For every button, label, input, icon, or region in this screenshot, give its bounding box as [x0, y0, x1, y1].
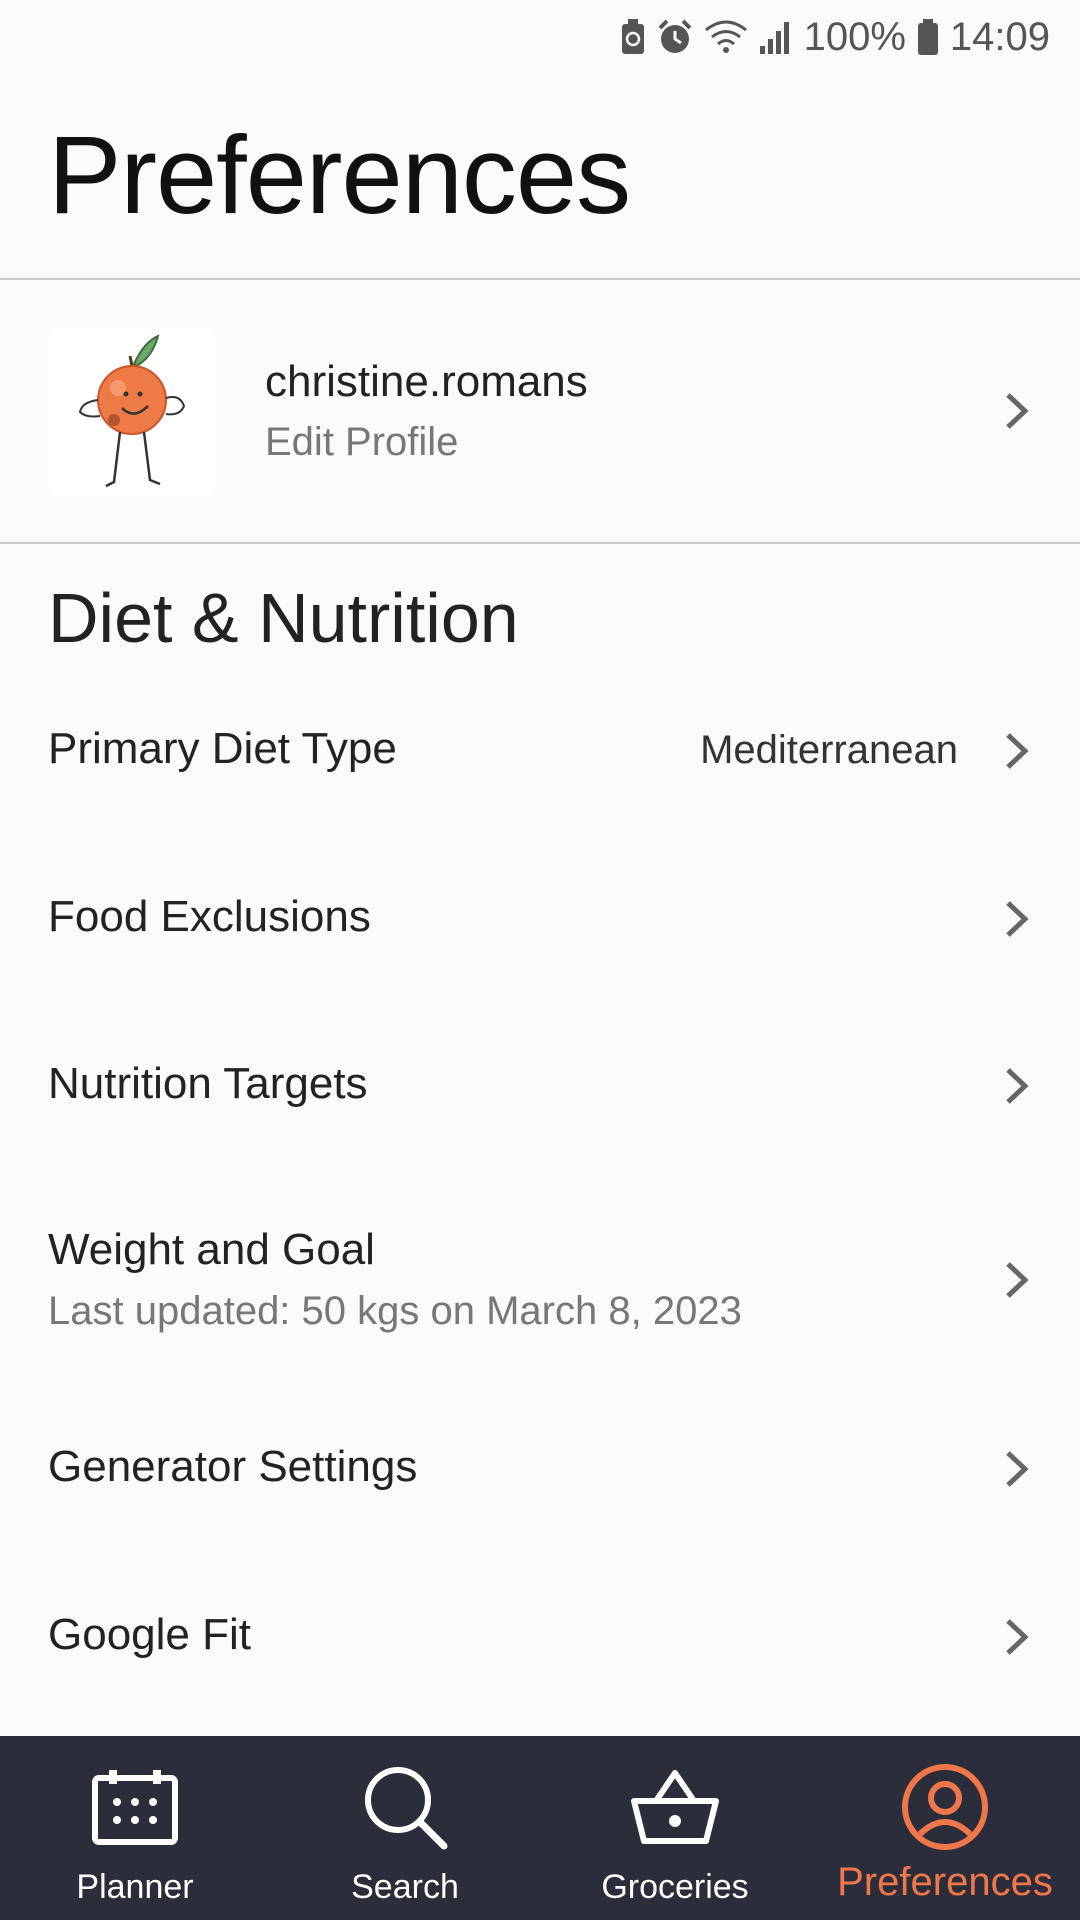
page-title: Preferences	[48, 114, 631, 237]
profile-row[interactable]: christine.romans Edit Profile	[0, 282, 1080, 542]
row-label: Food Exclusions	[48, 892, 371, 941]
nav-planner[interactable]: Planner	[0, 1736, 270, 1920]
bottom-nav: Planner Search Groceries Preferences	[0, 1736, 1080, 1920]
profile-username: christine.romans	[265, 357, 588, 406]
row-label: Generator Settings	[48, 1442, 418, 1491]
profile-icon	[900, 1762, 990, 1852]
chevron-right-icon	[1006, 1068, 1029, 1104]
title-divider	[0, 278, 1080, 280]
chevron-right-icon	[1006, 733, 1029, 769]
avatar	[48, 328, 216, 496]
nav-groceries[interactable]: Groceries	[540, 1736, 810, 1920]
row-label: Weight and Goal	[48, 1225, 375, 1274]
row-value: Mediterranean	[700, 728, 958, 772]
preferences-screen: 100% 14:09 Preferences christine.romans …	[0, 0, 1080, 1920]
nav-search[interactable]: Search	[270, 1736, 540, 1920]
row-food-exclusions[interactable]: Food Exclusions	[0, 860, 1080, 980]
row-sublabel: Last updated: 50 kgs on March 8, 2023	[48, 1289, 742, 1333]
row-label: Google Fit	[48, 1610, 251, 1659]
wifi-icon	[704, 18, 748, 56]
signal-icon	[758, 18, 794, 56]
battery-icon	[916, 18, 940, 56]
chevron-right-icon	[1006, 901, 1029, 937]
row-label: Nutrition Targets	[48, 1059, 368, 1108]
section-title-diet-nutrition: Diet & Nutrition	[48, 579, 519, 657]
chevron-right-icon	[1006, 1619, 1029, 1655]
clock: 14:09	[949, 14, 1050, 59]
status-bar: 100% 14:09	[0, 0, 1080, 74]
chevron-right-icon	[1006, 393, 1029, 429]
battery-percent: 100%	[803, 14, 906, 59]
chevron-right-icon	[1006, 1262, 1029, 1298]
nav-label: Search	[351, 1868, 459, 1906]
row-nutrition-targets[interactable]: Nutrition Targets	[0, 1027, 1080, 1147]
basket-icon	[630, 1762, 720, 1852]
battery-saver-icon	[620, 18, 646, 56]
row-primary-diet-type[interactable]: Primary Diet Type Mediterranean	[0, 692, 1080, 812]
nav-label: Preferences	[837, 1860, 1053, 1904]
nav-preferences[interactable]: Preferences	[810, 1736, 1080, 1920]
alarm-icon	[656, 18, 694, 56]
row-weight-and-goal[interactable]: Weight and Goal Last updated: 50 kgs on …	[0, 1195, 1080, 1365]
calendar-icon	[90, 1762, 180, 1852]
row-google-fit[interactable]: Google Fit	[0, 1578, 1080, 1698]
profile-divider	[0, 542, 1080, 544]
nav-label: Planner	[76, 1868, 194, 1906]
chevron-right-icon	[1006, 1451, 1029, 1487]
row-label: Primary Diet Type	[48, 724, 397, 773]
search-icon	[360, 1762, 450, 1852]
edit-profile-label: Edit Profile	[265, 420, 459, 464]
nav-label: Groceries	[601, 1868, 749, 1906]
row-generator-settings[interactable]: Generator Settings	[0, 1410, 1080, 1530]
